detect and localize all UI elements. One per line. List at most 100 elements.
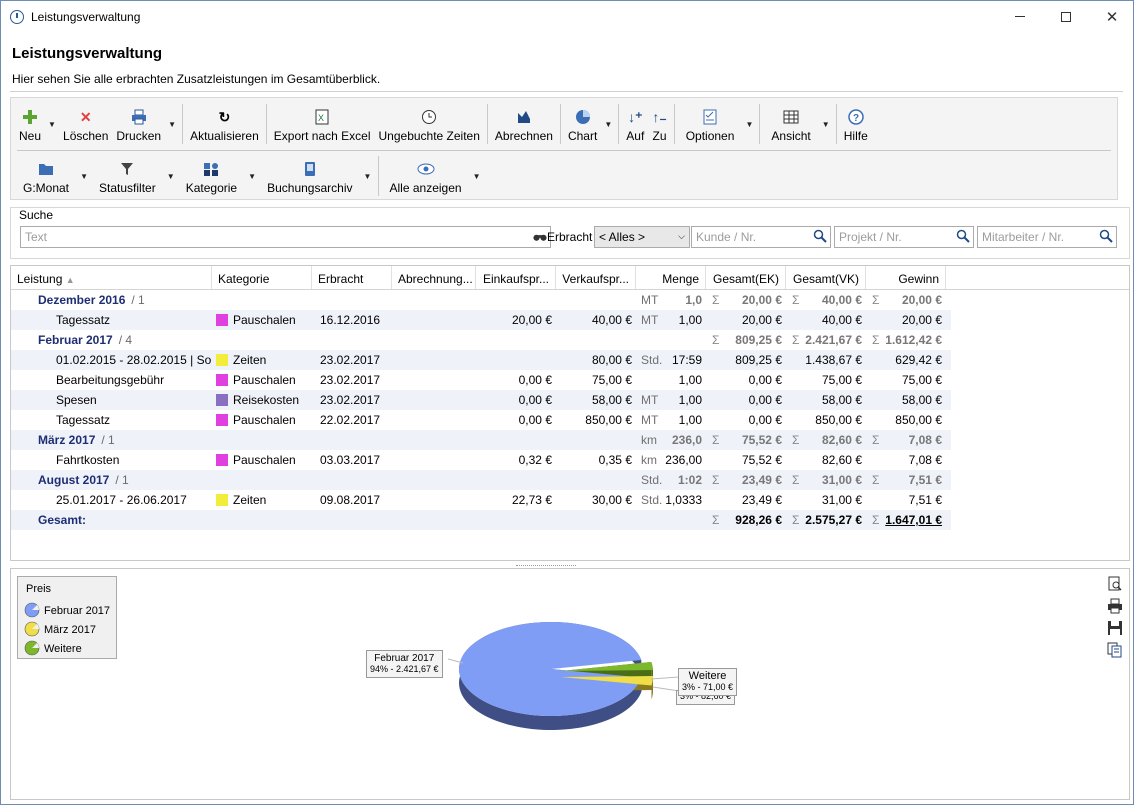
table-row[interactable]: Tagessatz Pauschalen 16.12.2016 20,00 € 40,0… [11,310,951,330]
column-header-gesamt-ek[interactable]: Gesamt(EK) [706,266,786,289]
empty-cell [392,430,476,450]
grid-header: Leistung ▲ Kategorie Erbracht Abrechnung… [11,266,1129,290]
column-header-erbracht[interactable]: Erbracht [312,266,392,289]
group-row[interactable]: August 2017 / 1 Std. 1:02 Σ 23,49 € Σ 31,00 € Σ 7… [11,470,951,490]
menge-cell: MT 1,00 [636,310,706,330]
column-header-kategorie[interactable]: Kategorie [212,266,312,289]
column-header-menge[interactable]: Menge [636,266,706,289]
erbracht-select[interactable]: < Alles > ⌵ [594,226,690,248]
abrechnen-button[interactable]: Abrechnen [491,100,557,148]
close-button[interactable]: ✕ [1089,1,1134,32]
column-header-gesamt-vk[interactable]: Gesamt(VK) [786,266,866,289]
gruppierung-monat-button[interactable]: G:Monat [15,152,77,200]
save-icon[interactable] [1107,620,1123,636]
column-header-abrechnung[interactable]: Abrechnung... [392,266,476,289]
binoculars-icon[interactable] [533,229,547,243]
gesamt-vk-cell-value: 40,00 € [821,313,862,327]
text-search-input[interactable]: Text [20,226,551,248]
maximize-button[interactable] [1043,1,1089,32]
table-row[interactable]: Tagessatz Pauschalen 22.02.2017 0,00 € 850,0… [11,410,951,430]
loeschen-button[interactable]: ✕ Löschen [59,100,112,148]
sigma-icon: Σ [712,333,720,347]
ansicht-button[interactable]: Ansicht [763,100,818,148]
chart-dropdown-arrow[interactable]: ▼ [601,100,615,148]
neu-dropdown-arrow[interactable]: ▼ [45,100,59,148]
search-icon[interactable] [813,229,827,243]
alle-anzeigen-button[interactable]: Alle anzeigen [382,152,470,200]
einkaufspreis-cell [476,350,556,370]
gewinn-cell-value: 7,08 € [908,453,942,467]
optionen-button[interactable]: Optionen [678,100,743,148]
table-row[interactable]: Spesen Reisekosten 23.02.2017 0,00 € 58,00 €… [11,390,951,410]
callout-value: 3% - 71,00 € [682,682,734,692]
buchungsarchiv-dropdown-arrow[interactable]: ▼ [361,152,375,200]
hilfe-button[interactable]: ? Hilfe [840,100,872,148]
table-row[interactable]: 01.02.2015 - 28.02.2015 | So... Zeiten 23.… [11,350,951,370]
erbracht-cell: 03.03.2017 [312,450,392,470]
copy-icon[interactable] [1107,642,1123,658]
optionen-dropdown-arrow[interactable]: ▼ [742,100,756,148]
column-header-leistung[interactable]: Leistung ▲ [11,266,212,289]
svg-text:X: X [318,113,324,123]
group-row[interactable]: Februar 2017 / 4 Σ 809,25 € Σ 2.421,67 € Σ 1.61… [11,330,951,350]
group-gewinn-value: 7,08 € [908,433,942,447]
search-icon[interactable] [956,229,970,243]
table-row[interactable]: 25.01.2017 - 26.06.2017 Zeiten 09.08.2017 2… [11,490,951,510]
minimize-button[interactable] [997,1,1043,32]
gesamt-ek-cell: 20,00 € [706,310,786,330]
empty-cell [392,330,476,350]
mitarbeiter-search-input[interactable]: Mitarbeiter / Nr. [977,226,1117,248]
group-gesamt-ek-value: 75,52 € [741,433,782,447]
neu-button[interactable]: Neu [15,100,45,148]
statusfilter-button[interactable]: Statusfilter [91,152,164,200]
print-icon[interactable] [1107,598,1123,614]
text-search-placeholder: Text [25,230,48,244]
drucken-dropdown-arrow[interactable]: ▼ [165,100,179,148]
leistungen-grid[interactable]: Leistung ▲ Kategorie Erbracht Abrechnung… [10,265,1130,561]
toolbar-separator [486,104,488,144]
sigma-icon: Σ [872,433,880,447]
export-excel-button[interactable]: X Export nach Excel [270,100,375,148]
kategorie-cell: Pauschalen [212,450,312,470]
gruppierung-dropdown-arrow[interactable]: ▼ [77,152,91,200]
search-icon[interactable] [1099,229,1113,243]
alle-anzeigen-dropdown-arrow[interactable]: ▼ [470,152,484,200]
projekt-search-input[interactable]: Projekt / Nr. [834,226,974,248]
total-row: Gesamt: Σ 928,26 € Σ 2.575,27 € Σ 1.647,01 € [11,510,951,530]
abrechnung-cell [392,310,476,330]
statusfilter-dropdown-arrow[interactable]: ▼ [164,152,178,200]
group-gesamt-vk-value: 82,60 € [821,433,862,447]
group-row[interactable]: Dezember 2016 / 1 MT 1,0 Σ 20,00 € Σ 40,00 € Σ 20… [11,290,951,310]
einkaufspreis-cell: 0,00 € [476,410,556,430]
aktualisieren-button[interactable]: ↻ Aktualisieren [186,100,263,148]
table-row[interactable]: Bearbeitungsgebühr Pauschalen 23.02.2017 0,… [11,370,951,390]
table-row[interactable]: Fahrtkosten Pauschalen 03.03.2017 0,32 € 0,3… [11,450,951,470]
kunde-search-input[interactable]: Kunde / Nr. [691,226,831,248]
group-row[interactable]: März 2017 / 1 km 236,0 Σ 75,52 € Σ 82,60 € Σ 7,08… [11,430,951,450]
kategorie-button[interactable]: Kategorie [178,152,245,200]
column-header-gewinn[interactable]: Gewinn [866,266,946,289]
menge-cell: Std. 17:59 [636,350,706,370]
chart-button[interactable]: Chart [564,100,601,148]
column-header-verkaufspreis[interactable]: Verkaufspr... [556,266,636,289]
drucken-label: Drucken [116,129,162,143]
buchungsarchiv-button[interactable]: Buchungsarchiv [259,152,360,200]
ansicht-dropdown-arrow[interactable]: ▼ [819,100,833,148]
empty-cell [476,470,556,490]
gesamt-ek-cell: 0,00 € [706,410,786,430]
kategorie-dropdown-arrow[interactable]: ▼ [245,152,259,200]
group-gewinn-value: 20,00 € [901,293,942,307]
group-title: März 2017 [38,433,96,447]
category-color-swatch [216,314,228,326]
ungebuchte-zeiten-button[interactable]: Ungebuchte Zeiten [375,100,484,148]
leistung-cell-value: Fahrtkosten [56,453,120,467]
zu-button[interactable]: ↑₋ Zu [648,100,670,148]
application-window: Leistungsverwaltung ✕ Leistungsverwaltun… [0,0,1134,805]
column-header-einkaufspreis[interactable]: Einkaufspr... [476,266,556,289]
menge-cell-value: 236,00 [665,453,702,467]
auf-button[interactable]: ↓⁺ Auf [622,100,648,148]
drucken-button[interactable]: Drucken [112,100,165,148]
erbracht-cell: 16.12.2016 [312,310,392,330]
print-preview-icon[interactable] [1107,576,1123,592]
plus-icon [22,107,38,127]
